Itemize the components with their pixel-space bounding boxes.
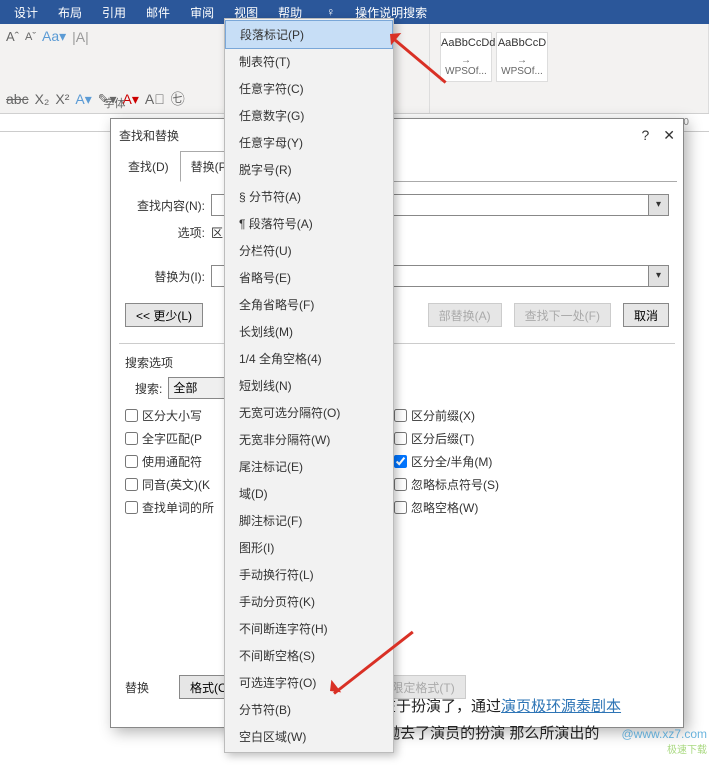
- options-label: 选项:: [125, 224, 205, 241]
- menu-whitespace[interactable]: 空白区域(W): [225, 723, 393, 750]
- menu-caret[interactable]: 脱字号(R): [225, 156, 393, 183]
- menu-full-ellipsis[interactable]: 全角省略号(F): [225, 291, 393, 318]
- menu-section-char[interactable]: § 分节符(A): [225, 183, 393, 210]
- chk-whole-word[interactable]: 全字匹配(P: [125, 430, 214, 447]
- tab-find[interactable]: 查找(D): [117, 151, 180, 182]
- chk-ignore-space[interactable]: 忽略空格(W): [394, 499, 499, 516]
- less-options-button[interactable]: << 更少(L): [125, 303, 203, 327]
- menu-footnote-mark[interactable]: 脚注标记(F): [225, 507, 393, 534]
- menu-column-break[interactable]: 分栏符(U): [225, 237, 393, 264]
- chk-wildcards[interactable]: 使用通配符: [125, 453, 214, 470]
- search-options-title: 搜索选项: [125, 354, 669, 371]
- help-icon[interactable]: ?: [641, 127, 649, 144]
- menu-manual-pagebreak[interactable]: 手动分页符(K): [225, 588, 393, 615]
- menu-graphic[interactable]: 图形(I): [225, 534, 393, 561]
- find-replace-dialog: 查找和替换 ? ✕ 查找(D) 替换(P) 查找内容(N): ▾ 选项: 区 替…: [110, 118, 684, 728]
- clear-format-icon[interactable]: Aa▾: [42, 28, 66, 45]
- replace-section-label: 替换: [125, 679, 149, 696]
- menu-paragraph-char[interactable]: ¶ 段落符号(A): [225, 210, 393, 237]
- search-scope-label: 搜索:: [135, 380, 162, 397]
- chk-word-forms[interactable]: 查找单词的所: [125, 499, 214, 516]
- menu-nowidth-nonbreak[interactable]: 无宽非分隔符(W): [225, 426, 393, 453]
- menu-field[interactable]: 域(D): [225, 480, 393, 507]
- chk-full-half-width[interactable]: 区分全/半角(M): [394, 453, 499, 470]
- tab-references[interactable]: 引用: [92, 0, 136, 25]
- find-what-label: 查找内容(N):: [125, 197, 205, 214]
- menu-nonbreak-hyphen[interactable]: 不间断连字符(H): [225, 615, 393, 642]
- menu-em-dash[interactable]: 长划线(M): [225, 318, 393, 345]
- tab-design[interactable]: 设计: [4, 0, 48, 25]
- special-format-menu: 段落标记(P) 制表符(T) 任意字符(C) 任意数字(G) 任意字母(Y) 脱…: [224, 18, 394, 753]
- watermark: @www.xz7.com 极速下载: [567, 727, 707, 767]
- chevron-down-icon[interactable]: ▾: [648, 195, 668, 215]
- chk-match-suffix[interactable]: 区分后缀(T): [394, 430, 499, 447]
- dialog-title: 查找和替换: [119, 127, 179, 144]
- menu-quarter-em[interactable]: 1/4 全角空格(4): [225, 345, 393, 372]
- replace-all-button[interactable]: 部替换(A): [428, 303, 502, 327]
- menu-section-break[interactable]: 分节符(B): [225, 696, 393, 723]
- menu-nowidth-opt[interactable]: 无宽可选分隔符(O): [225, 399, 393, 426]
- menu-tab-char[interactable]: 制表符(T): [225, 48, 393, 75]
- font-size-up-icon[interactable]: Aˆ: [6, 29, 19, 44]
- replace-with-label: 替换为(I):: [125, 268, 205, 285]
- chevron-down-icon[interactable]: ▾: [648, 266, 668, 286]
- menu-endnote-mark[interactable]: 尾注标记(E): [225, 453, 393, 480]
- style-chip-2[interactable]: AaBbCcD → WPSOf...: [496, 32, 548, 82]
- options-value: 区: [211, 224, 223, 241]
- cancel-button[interactable]: 取消: [623, 303, 669, 327]
- chk-sounds-like[interactable]: 同音(英文)(K: [125, 476, 214, 493]
- find-next-button[interactable]: 查找下一处(F): [514, 303, 611, 327]
- menu-paragraph-mark[interactable]: 段落标记(P): [225, 20, 393, 49]
- tab-mailings[interactable]: 邮件: [136, 0, 180, 25]
- styles-gallery[interactable]: AaBbCcDd → WPSOf... AaBbCcD → WPSOf...: [436, 28, 702, 86]
- menu-opt-hyphen[interactable]: 可选连字符(O): [225, 669, 393, 696]
- menu-ellipsis[interactable]: 省略号(E): [225, 264, 393, 291]
- tab-review[interactable]: 审阅: [180, 0, 224, 25]
- font-size-down-icon[interactable]: Aˇ: [25, 31, 36, 43]
- style-chip-1[interactable]: AaBbCcDd → WPSOf...: [440, 32, 492, 82]
- menu-any-letter[interactable]: 任意字母(Y): [225, 129, 393, 156]
- menu-any-char[interactable]: 任意字符(C): [225, 75, 393, 102]
- tab-layout[interactable]: 布局: [48, 0, 92, 25]
- menu-en-dash[interactable]: 短划线(N): [225, 372, 393, 399]
- group-font-label: 字体: [0, 95, 229, 111]
- close-icon[interactable]: ✕: [663, 127, 675, 144]
- chk-match-case[interactable]: 区分大小写: [125, 407, 214, 424]
- chk-ignore-punct[interactable]: 忽略标点符号(S): [394, 476, 499, 493]
- dialog-tabs: 查找(D) 替换(P): [117, 151, 677, 182]
- menu-manual-linebreak[interactable]: 手动换行符(L): [225, 561, 393, 588]
- menu-any-digit[interactable]: 任意数字(G): [225, 102, 393, 129]
- chk-match-prefix[interactable]: 区分前缀(X): [394, 407, 499, 424]
- dialog-titlebar[interactable]: 查找和替换 ? ✕: [111, 119, 683, 151]
- phonetic-icon[interactable]: |A|: [72, 29, 89, 45]
